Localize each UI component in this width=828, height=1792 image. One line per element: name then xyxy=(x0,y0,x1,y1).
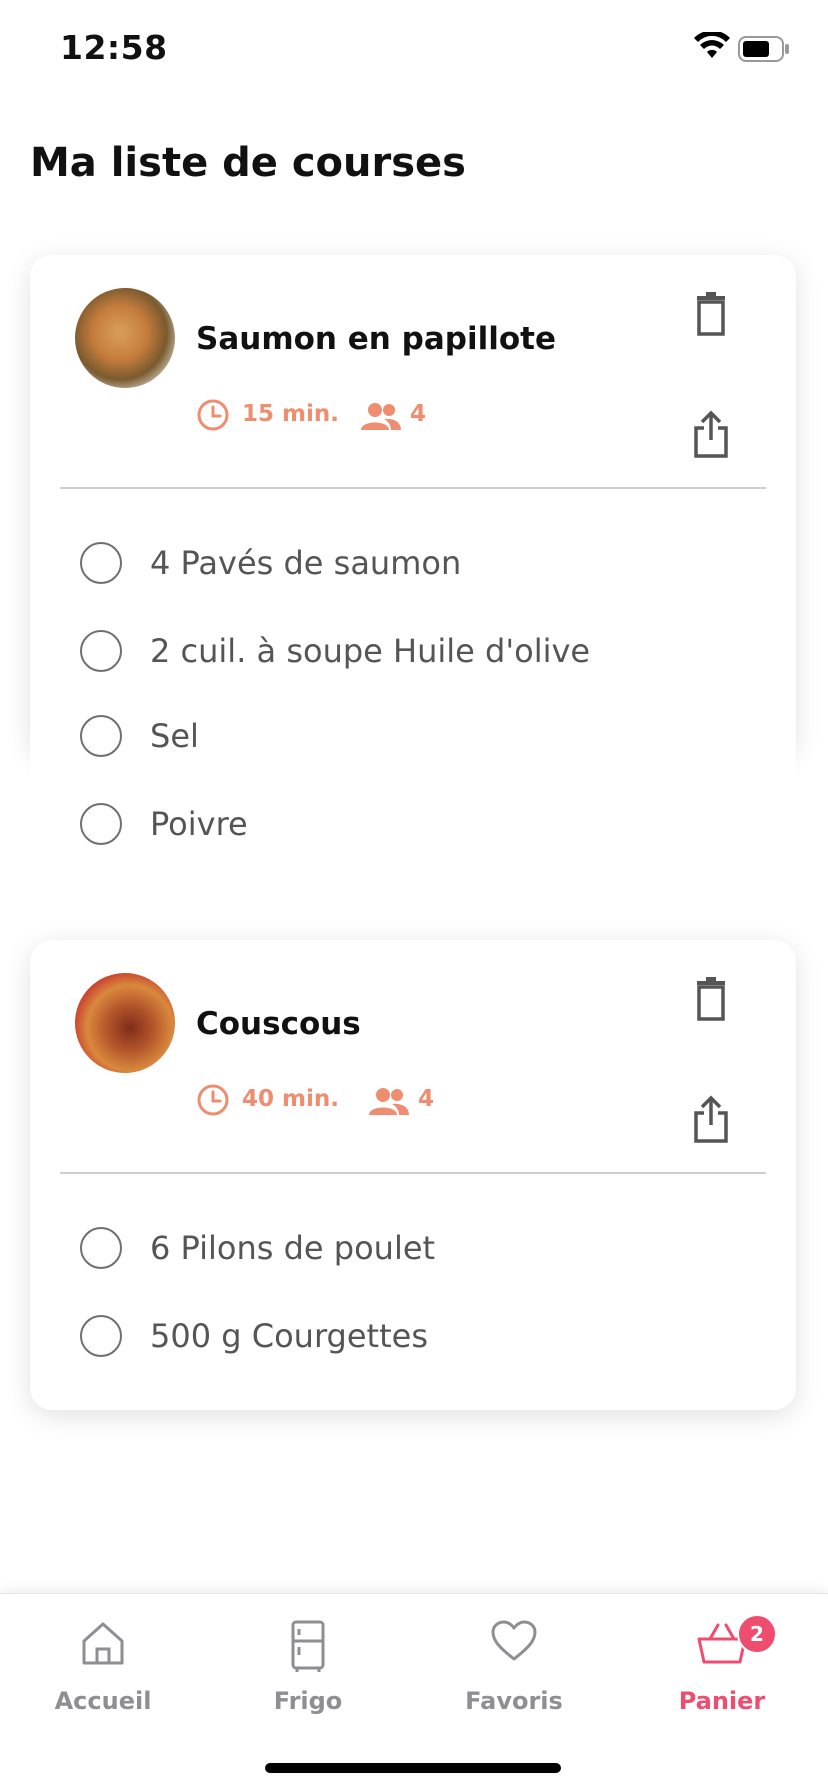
tab-label: Panier xyxy=(678,1687,766,1715)
ingredient-label: Sel xyxy=(150,717,199,755)
ingredient-label: Poivre xyxy=(150,805,248,843)
cart-badge: 2 xyxy=(737,1614,777,1654)
ingredient-checkbox[interactable] xyxy=(80,542,122,584)
recipe-card-saumon: Saumon en papillote 15 min. 4 4 Pavés de xyxy=(30,255,796,755)
ingredient-checkbox[interactable] xyxy=(80,803,122,845)
tab-label: Accueil xyxy=(54,1687,152,1715)
page-title: Ma liste de courses xyxy=(30,140,466,186)
ingredient-checkbox[interactable] xyxy=(80,715,122,757)
status-bar: 12:58 xyxy=(0,0,828,100)
shopping-list-screen: 12:58 Ma liste de courses Saumon en papi… xyxy=(0,0,828,1792)
people-icon xyxy=(361,403,401,430)
card-continuation: Sel Poivre xyxy=(30,715,796,895)
share-icon[interactable] xyxy=(686,410,736,460)
recipe-thumbnail[interactable] xyxy=(75,973,175,1073)
recipe-title[interactable]: Saumon en papillote xyxy=(196,321,556,357)
recipe-title[interactable]: Couscous xyxy=(196,1006,361,1042)
trash-icon[interactable] xyxy=(686,290,736,340)
ingredient-label: 4 Pavés de saumon xyxy=(150,544,462,582)
heart-icon xyxy=(491,1620,537,1661)
tab-label: Frigo xyxy=(273,1687,343,1715)
tab-favoris[interactable]: Favoris xyxy=(439,1594,589,1734)
wifi-icon xyxy=(694,32,730,58)
clock-icon xyxy=(197,1084,229,1116)
battery-icon xyxy=(738,36,789,62)
prep-time: 40 min. xyxy=(242,1086,339,1112)
tab-frigo[interactable]: Frigo xyxy=(233,1594,383,1734)
trash-icon[interactable] xyxy=(686,975,736,1025)
recipe-thumbnail[interactable] xyxy=(75,288,175,388)
card-divider xyxy=(60,487,766,489)
fridge-icon xyxy=(291,1620,325,1672)
people-icon xyxy=(369,1088,409,1115)
servings-count: 4 xyxy=(410,401,427,427)
bottom-tab-bar: Accueil Frigo Favoris 2 Panier xyxy=(0,1593,828,1792)
ingredient-label: 6 Pilons de poulet xyxy=(150,1229,436,1267)
servings-count: 4 xyxy=(418,1086,435,1112)
home-indicator[interactable] xyxy=(265,1763,561,1773)
clock-icon xyxy=(197,399,229,431)
home-icon xyxy=(82,1622,124,1665)
prep-time: 15 min. xyxy=(242,401,339,427)
recipe-card-couscous: Couscous 40 min. 4 6 Pilons de poulet 50… xyxy=(30,940,796,1410)
tab-accueil[interactable]: Accueil xyxy=(28,1594,178,1734)
tab-label: Favoris xyxy=(465,1687,563,1715)
ingredient-checkbox[interactable] xyxy=(80,1315,122,1357)
status-time: 12:58 xyxy=(60,28,168,67)
tab-panier[interactable]: 2 Panier xyxy=(647,1594,797,1734)
card-divider xyxy=(60,1172,766,1174)
ingredient-checkbox[interactable] xyxy=(80,630,122,672)
ingredient-label: 2 cuil. à soupe Huile d'olive xyxy=(150,632,591,670)
share-icon[interactable] xyxy=(686,1095,736,1145)
ingredient-label: 500 g Courgettes xyxy=(150,1317,428,1355)
ingredient-checkbox[interactable] xyxy=(80,1227,122,1269)
